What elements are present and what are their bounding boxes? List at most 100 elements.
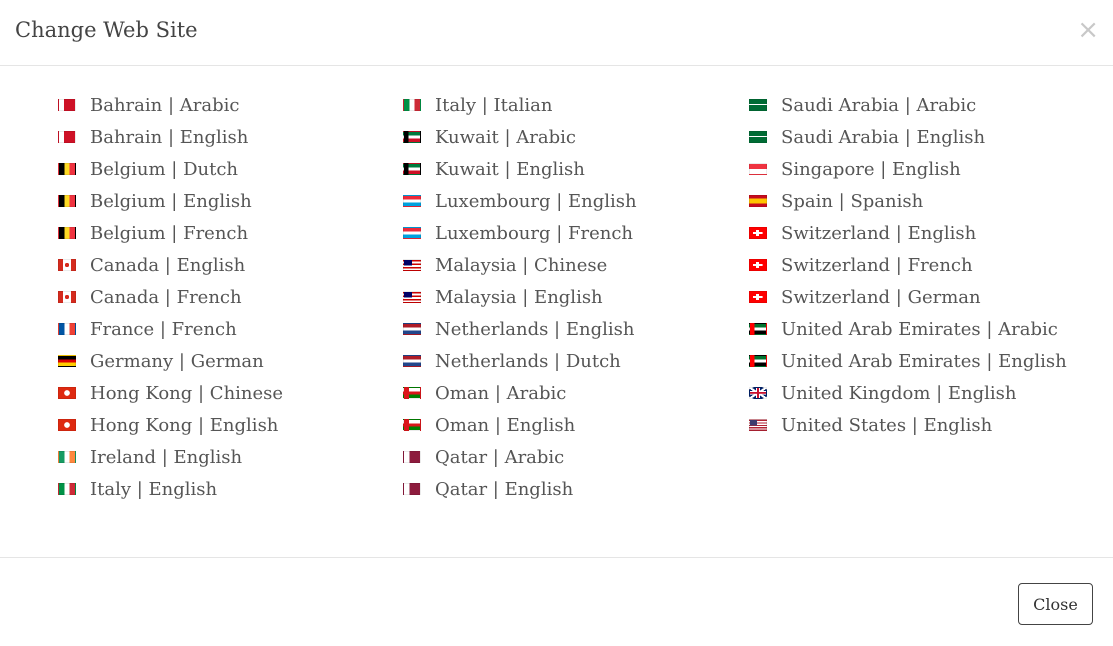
site-option[interactable]: Malaysia | English [403, 281, 637, 313]
site-option-label: Belgium | English [90, 190, 252, 212]
dialog-title: Change Web Site [15, 18, 198, 42]
switzerland-flag-icon [749, 227, 767, 239]
site-option[interactable]: Hong Kong | English [58, 409, 283, 441]
site-option[interactable]: Belgium | English [58, 185, 283, 217]
hong-kong-flag-icon [58, 387, 76, 399]
site-option[interactable]: Switzerland | French [749, 249, 1067, 281]
site-option-label: Belgium | French [90, 222, 249, 244]
site-option[interactable]: Canada | French [58, 281, 283, 313]
uae-flag-icon [749, 355, 767, 367]
bahrain-flag-icon [58, 99, 76, 111]
oman-flag-icon [403, 419, 421, 431]
site-option-label: Switzerland | German [781, 286, 981, 308]
site-option[interactable]: Luxembourg | English [403, 185, 637, 217]
site-option-label: Oman | Arabic [435, 382, 567, 404]
site-option-label: Saudi Arabia | Arabic [781, 94, 977, 116]
site-option[interactable]: Bahrain | Arabic [58, 89, 283, 121]
site-option[interactable]: Saudi Arabia | Arabic [749, 89, 1067, 121]
site-option[interactable]: Kuwait | Arabic [403, 121, 637, 153]
luxembourg-flag-icon [403, 195, 421, 207]
site-option[interactable]: France | French [58, 313, 283, 345]
bahrain-flag-icon [58, 131, 76, 143]
site-option-label: United States | English [781, 414, 993, 436]
site-column-3: Saudi Arabia | Arabic Saudi Arabia | Engl… [749, 89, 1067, 441]
site-option[interactable]: Spain | Spanish [749, 185, 1067, 217]
site-option-label: United Kingdom | English [781, 382, 1017, 404]
site-option-label: Ireland | English [90, 446, 243, 468]
site-option-label: Canada | English [90, 254, 246, 276]
site-option-label: Switzerland | French [781, 254, 973, 276]
site-option[interactable]: United Arab Emirates | Arabic [749, 313, 1067, 345]
site-option-label: Hong Kong | English [90, 414, 279, 436]
site-option[interactable]: Kuwait | English [403, 153, 637, 185]
site-option[interactable]: Italy | Italian [403, 89, 637, 121]
site-option-label: Germany | German [90, 350, 264, 372]
site-option-label: Netherlands | Dutch [435, 350, 621, 372]
site-option[interactable]: Netherlands | Dutch [403, 345, 637, 377]
site-option-label: Singapore | English [781, 158, 961, 180]
site-option-label: Hong Kong | Chinese [90, 382, 284, 404]
site-option[interactable]: Ireland | English [58, 441, 283, 473]
site-option-label: Bahrain | English [90, 126, 249, 148]
site-option[interactable]: Luxembourg | French [403, 217, 637, 249]
site-option-label: Saudi Arabia | English [781, 126, 986, 148]
site-option-label: Kuwait | Arabic [435, 126, 576, 148]
site-option[interactable]: Italy | English [58, 473, 283, 505]
site-option[interactable]: Malaysia | Chinese [403, 249, 637, 281]
site-option[interactable]: Saudi Arabia | English [749, 121, 1067, 153]
site-option-label: United Arab Emirates | Arabic [781, 318, 1058, 340]
site-option-label: Italy | English [90, 478, 218, 500]
site-option[interactable]: Qatar | Arabic [403, 441, 637, 473]
switzerland-flag-icon [749, 291, 767, 303]
site-option[interactable]: Qatar | English [403, 473, 637, 505]
ireland-flag-icon [58, 451, 76, 463]
qatar-flag-icon [403, 483, 421, 495]
change-website-dialog: Change Web Site × Bahrain | Arabic Bahrai… [0, 0, 1113, 645]
kuwait-flag-icon [403, 131, 421, 143]
netherlands-flag-icon [403, 323, 421, 335]
switzerland-flag-icon [749, 259, 767, 271]
site-option[interactable]: Belgium | French [58, 217, 283, 249]
site-option-label: France | French [90, 318, 237, 340]
site-option-label: United Arab Emirates | English [781, 350, 1067, 372]
site-option[interactable]: United Arab Emirates | English [749, 345, 1067, 377]
dialog-body: Bahrain | Arabic Bahrain | English Belgium… [0, 66, 1113, 557]
canada-flag-icon [58, 259, 76, 271]
site-option-label: Malaysia | English [435, 286, 603, 308]
site-option-label: Kuwait | English [435, 158, 585, 180]
site-option[interactable]: United Kingdom | English [749, 377, 1067, 409]
site-option-label: Luxembourg | French [435, 222, 634, 244]
dialog-header: Change Web Site × [0, 0, 1113, 66]
singapore-flag-icon [749, 163, 767, 175]
site-option[interactable]: Bahrain | English [58, 121, 283, 153]
canada-flag-icon [58, 291, 76, 303]
italy-flag-icon [403, 99, 421, 111]
close-icon[interactable]: × [1077, 17, 1099, 43]
site-option-label: Belgium | Dutch [90, 158, 239, 180]
site-option[interactable]: Switzerland | English [749, 217, 1067, 249]
close-button[interactable]: Close [1018, 583, 1093, 625]
site-column-1: Bahrain | Arabic Bahrain | English Belgium… [58, 89, 283, 505]
site-option-label: Spain | Spanish [781, 190, 924, 212]
saudi-arabia-flag-icon [749, 131, 767, 143]
site-option-label: Switzerland | English [781, 222, 977, 244]
site-option[interactable]: United States | English [749, 409, 1067, 441]
site-option[interactable]: Oman | English [403, 409, 637, 441]
belgium-flag-icon [58, 227, 76, 239]
us-flag-icon [749, 419, 767, 431]
site-option[interactable]: Netherlands | English [403, 313, 637, 345]
site-option[interactable]: Germany | German [58, 345, 283, 377]
belgium-flag-icon [58, 195, 76, 207]
site-option[interactable]: Oman | Arabic [403, 377, 637, 409]
malaysia-flag-icon [403, 259, 421, 271]
site-option[interactable]: Belgium | Dutch [58, 153, 283, 185]
belgium-flag-icon [58, 163, 76, 175]
dialog-footer: Close [0, 557, 1113, 646]
site-option[interactable]: Singapore | English [749, 153, 1067, 185]
site-option[interactable]: Hong Kong | Chinese [58, 377, 283, 409]
italy-flag-icon [58, 483, 76, 495]
luxembourg-flag-icon [403, 227, 421, 239]
site-option[interactable]: Canada | English [58, 249, 283, 281]
site-option-label: Oman | English [435, 414, 576, 436]
site-option[interactable]: Switzerland | German [749, 281, 1067, 313]
